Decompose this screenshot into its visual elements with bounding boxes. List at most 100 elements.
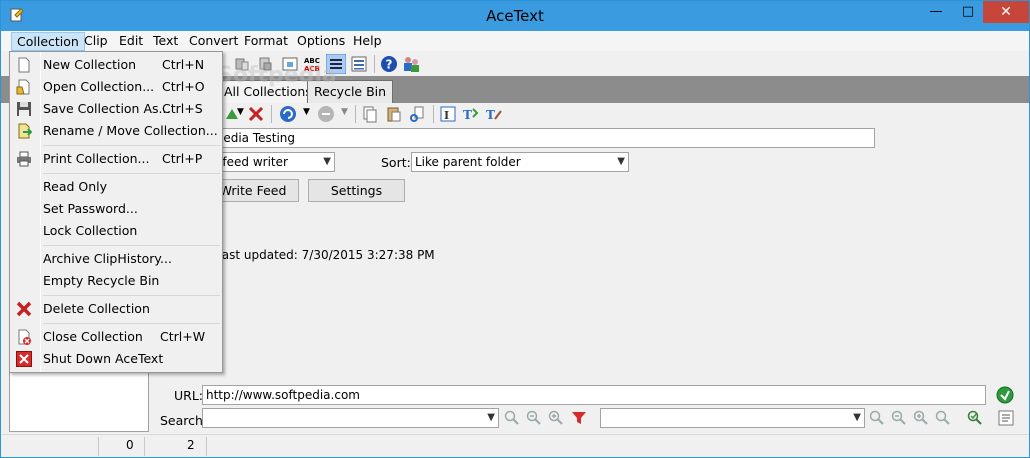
svg-text:I: I [444,109,449,122]
delete-x-icon [16,301,32,317]
watermark-text: Softpedia [217,63,337,88]
chevron-down-icon: ▼ [617,156,625,167]
menu-item-rename-move-collection[interactable]: Rename / Move Collection... [10,120,222,142]
search-options-icon[interactable] [998,410,1014,426]
menu-convert[interactable]: Convert [184,32,243,51]
menu-separator [43,173,220,174]
search-label: Search: [160,413,208,428]
menu-options[interactable]: Options [292,32,350,51]
menu-item-shut-down-acetext[interactable]: Shut Down AceText [10,348,222,370]
menu-separator [43,323,220,324]
app-window: AceText — □ ✕ Collection Clip Edit Text … [0,0,1030,458]
menu-edit[interactable]: Edit [114,32,148,51]
cut-icon[interactable] [409,105,427,123]
minimize-button[interactable]: — [921,1,951,23]
rename-icon [18,123,32,139]
title-bar[interactable]: AceText — □ ✕ [1,1,1029,31]
menu-separator [43,295,220,296]
chevron-down-icon: ▼ [487,412,495,423]
users-icon[interactable] [402,55,420,73]
menu-item-label: Open Collection... [43,79,155,94]
close-doc-icon [18,329,31,345]
close-button[interactable]: ✕ [983,1,1029,23]
zoom-out-icon[interactable] [526,410,542,426]
find-prev-abc-icon[interactable] [891,410,907,426]
search-select-left[interactable]: ▼ [202,408,499,428]
menu-item-label: Close Collection [43,329,143,344]
status-divider [98,437,99,456]
help-icon[interactable]: ? [380,55,398,73]
status-count-2: 2 [187,438,195,452]
filter-icon[interactable] [571,410,587,426]
svg-text:?: ? [386,58,393,72]
menu-item-empty-recycle-bin[interactable]: Empty Recycle Bin [10,270,222,292]
chevron-down-icon: ▼ [323,156,331,167]
find-abc-icon[interactable] [869,410,885,426]
delete-x-icon[interactable] [247,105,265,123]
menu-item-label: Lock Collection [43,223,138,238]
menu-item-set-password[interactable]: Set Password... [10,198,222,220]
settings-button[interactable]: Settings [308,179,405,202]
menu-item-archive-cliphistory[interactable]: Archive ClipHistory... [10,248,222,270]
open-folder-icon [16,79,30,95]
undo-icon[interactable] [279,105,297,123]
zoom-in-icon[interactable] [548,410,564,426]
search-prev-icon[interactable] [504,410,520,426]
text-transform-icon[interactable]: T [462,105,480,123]
status-count-1: 0 [126,438,134,452]
status-bar: 0 2 [1,434,1029,457]
undo-dropdown-arrow-icon[interactable]: ▼ [303,107,310,117]
redo-dropdown-arrow-icon[interactable]: ▼ [341,107,348,117]
sort-label: Sort: [381,155,411,170]
menu-item-save-collection-as[interactable]: Save Collection As... Ctrl+S [10,98,222,120]
menu-item-read-only[interactable]: Read Only [10,176,222,198]
menu-item-label: Shut Down AceText [43,351,164,366]
menu-text[interactable]: Text [148,32,183,51]
menu-item-label: Archive ClipHistory... [43,251,172,266]
menu-item-label: Set Password... [43,201,138,216]
save-disk-icon [17,102,31,116]
menu-item-lock-collection[interactable]: Lock Collection [10,220,222,242]
search-select-right[interactable]: ▼ [600,408,865,428]
copy-icon[interactable] [361,105,379,123]
window-title: AceText [486,7,544,25]
menu-item-label: New Collection [43,57,137,72]
menu-help[interactable]: Help [348,32,387,51]
maximize-button[interactable]: □ [953,1,983,23]
collection-name-field[interactable]: tpedia Testing [207,128,875,148]
menu-item-open-collection[interactable]: Open Collection... Ctrl+O [10,76,222,98]
menu-item-delete-collection[interactable]: Delete Collection [10,298,222,320]
find-all-abc-icon[interactable] [935,410,951,426]
feed-writer-select[interactable]: S feed writer ▼ [207,152,335,172]
printer-icon [17,151,31,167]
add-dropdown-arrow-icon[interactable]: ▼ [237,107,244,117]
find-next-abc-icon[interactable] [913,410,929,426]
menu-item-shortcut: Ctrl+N [162,57,205,72]
menu-item-label: Read Only [43,179,108,194]
redo-icon[interactable] [317,105,335,123]
search-confirm-icon[interactable] [967,410,983,426]
menu-clip[interactable]: Clip [79,32,113,51]
menu-format[interactable]: Format [239,32,293,51]
menu-item-new-collection[interactable]: New Collection Ctrl+N [10,54,222,76]
go-url-icon[interactable] [996,386,1014,404]
collection-dropdown-menu: New Collection Ctrl+N Open Collection...… [9,51,223,373]
menu-separator [43,145,220,146]
sort-select[interactable]: Like parent folder ▼ [411,152,629,172]
list-view-icon[interactable] [350,55,368,73]
toolbar-separator [433,105,434,123]
text-style-icon[interactable]: T [485,105,503,123]
menu-item-close-collection[interactable]: Close Collection Ctrl+W [10,326,222,348]
menu-bar: Collection Clip Edit Text Convert Format… [1,31,1029,51]
status-divider [206,437,207,456]
toolbar-separator [355,105,356,123]
svg-text:T: T [463,108,472,122]
menu-item-shortcut: Ctrl+W [160,329,206,344]
menu-collection[interactable]: Collection [11,32,85,51]
svg-text:T: T [486,108,495,122]
url-field[interactable]: http://www.softpedia.com [202,385,986,405]
menu-item-print-collection[interactable]: Print Collection... Ctrl+P [10,148,222,170]
column-edit-icon[interactable]: I [439,105,457,123]
menu-separator [43,245,220,246]
paste-icon[interactable] [385,105,403,123]
